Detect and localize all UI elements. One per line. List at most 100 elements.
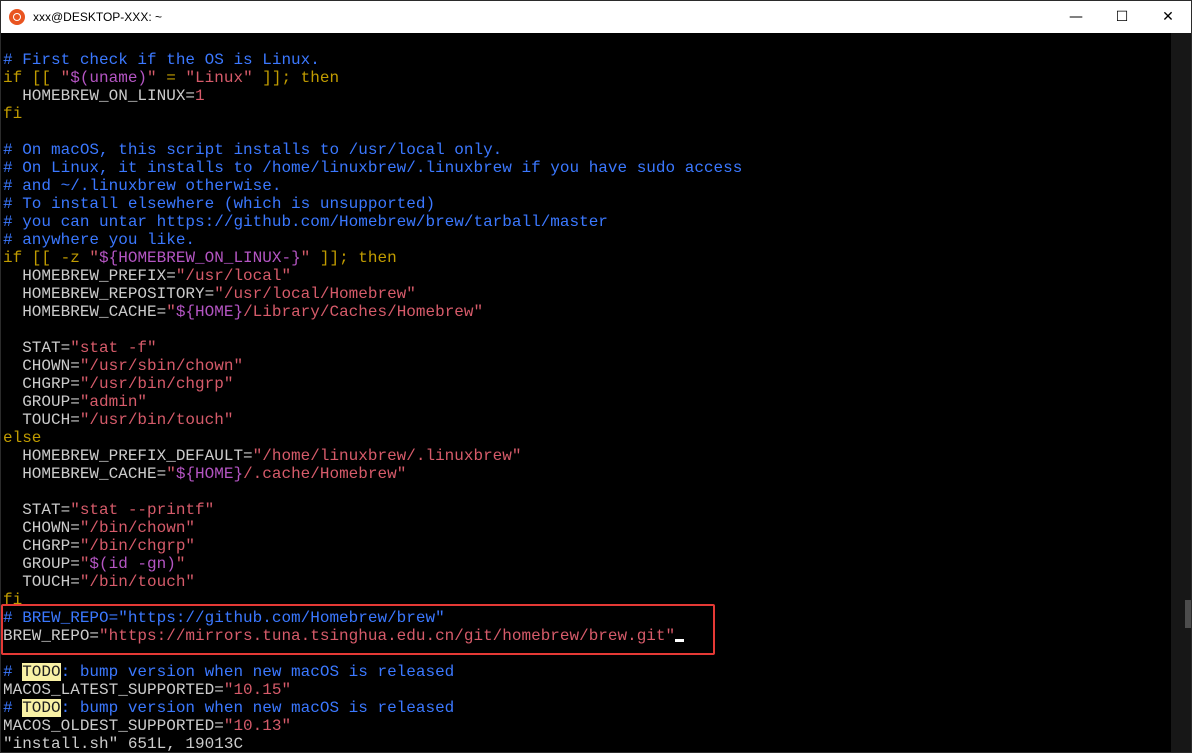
terminal-line: if [[ "$(uname)" = "Linux" ]]; then <box>3 69 1173 87</box>
code-token: ${HOMEBREW_ON_LINUX-} <box>99 249 301 267</box>
code-token: "10.15" <box>223 681 292 699</box>
code-token: "/usr/bin/touch" <box>79 411 234 429</box>
code-token: : bump version when new macOS is release… <box>60 663 455 681</box>
code-token: else <box>3 429 42 447</box>
code-token: "install.sh" 651L, 19013C <box>3 735 244 753</box>
code-token: ${HOME} <box>175 465 244 483</box>
code-token: MACOS_OLDEST_SUPPORTED= <box>3 717 224 735</box>
code-token: " <box>60 69 71 87</box>
minimize-button[interactable]: — <box>1053 1 1099 33</box>
todo-tag: TODO <box>22 663 61 681</box>
code-token: CHGRP= <box>3 375 80 393</box>
code-token: # On Linux, it installs to /home/linuxbr… <box>3 159 743 177</box>
code-token: " <box>175 555 186 573</box>
terminal-line: # TODO: bump version when new macOS is r… <box>3 663 1173 681</box>
code-token: : bump version when new macOS is release… <box>60 699 455 717</box>
code-token: "/usr/local/Homebrew" <box>214 285 416 303</box>
code-token: /Library/Caches/Homebrew" <box>243 303 484 321</box>
terminal-line: TOUCH="/bin/touch" <box>3 573 1173 591</box>
code-token: TOUCH= <box>3 573 80 591</box>
code-token: "/bin/chown" <box>79 519 196 537</box>
code-token: HOMEBREW_CACHE= <box>3 303 167 321</box>
code-token: "admin" <box>79 393 148 411</box>
terminal-line: HOMEBREW_PREFIX_DEFAULT="/home/linuxbrew… <box>3 447 1173 465</box>
code-token: fi <box>3 105 23 123</box>
code-token: = <box>156 69 186 87</box>
terminal-line: # TODO: bump version when new macOS is r… <box>3 699 1173 717</box>
terminal-line: "install.sh" 651L, 19013C <box>3 735 1173 753</box>
terminal-line: HOMEBREW_ON_LINUX=1 <box>3 87 1173 105</box>
code-token: HOMEBREW_CACHE= <box>3 465 167 483</box>
code-token: $(id -gn) <box>89 555 176 573</box>
terminal-line: else <box>3 429 1173 447</box>
window-controls: — ☐ ✕ <box>1053 1 1191 33</box>
code-token: 1 <box>195 87 205 105</box>
terminal-line: # On Linux, it installs to /home/linuxbr… <box>3 159 1173 177</box>
code-token: "/bin/touch" <box>79 573 196 591</box>
code-token: " <box>147 69 157 87</box>
terminal-line: HOMEBREW_PREFIX="/usr/local" <box>3 267 1173 285</box>
code-token: "Linux" <box>185 69 253 87</box>
code-token: MACOS_LATEST_SUPPORTED= <box>3 681 224 699</box>
terminal-line: # anywhere you like. <box>3 231 1173 249</box>
scrollbar-thumb[interactable] <box>1185 600 1191 628</box>
code-token: " <box>166 303 176 321</box>
code-token: HOMEBREW_PREFIX= <box>3 267 176 285</box>
code-token: # <box>3 699 23 717</box>
terminal-line: fi <box>3 105 1173 123</box>
code-token: ${HOME} <box>175 303 244 321</box>
terminal-line: STAT="stat --printf" <box>3 501 1173 519</box>
terminal-line: CHGRP="/bin/chgrp" <box>3 537 1173 555</box>
code-token: CHOWN= <box>3 357 80 375</box>
code-token: TOUCH= <box>3 411 80 429</box>
terminal-line: # First check if the OS is Linux. <box>3 51 1173 69</box>
code-token: "stat -f" <box>70 339 157 357</box>
code-token: "stat --printf" <box>70 501 215 519</box>
terminal-line: GROUP="$(id -gn)" <box>3 555 1173 573</box>
code-token: CHGRP= <box>3 537 80 555</box>
code-token: /.cache/Homebrew" <box>243 465 407 483</box>
terminal-line: CHOWN="/bin/chown" <box>3 519 1173 537</box>
terminal-line: # To install elsewhere (which is unsuppo… <box>3 195 1173 213</box>
code-token: "/bin/chgrp" <box>79 537 196 555</box>
terminal-line: # you can untar https://github.com/Homeb… <box>3 213 1173 231</box>
terminal-line: MACOS_LATEST_SUPPORTED="10.15" <box>3 681 1173 699</box>
code-token: # On macOS, this script installs to /usr… <box>3 141 503 159</box>
terminal-line: HOMEBREW_CACHE="${HOME}/.cache/Homebrew" <box>3 465 1173 483</box>
maximize-button[interactable]: ☐ <box>1099 1 1145 33</box>
code-token: "/usr/local" <box>175 267 292 285</box>
code-token: " <box>300 249 311 267</box>
title-bar[interactable]: xxx@DESKTOP-XXX: ~ — ☐ ✕ <box>1 1 1191 33</box>
vertical-scrollbar[interactable] <box>1171 33 1191 752</box>
code-token: # you can untar https://github.com/Homeb… <box>3 213 608 231</box>
close-button[interactable]: ✕ <box>1145 1 1191 33</box>
code-token: " <box>79 555 90 573</box>
terminal-line: CHGRP="/usr/bin/chgrp" <box>3 375 1173 393</box>
code-token: GROUP= <box>3 555 80 573</box>
code-token: "/usr/bin/chgrp" <box>79 375 234 393</box>
code-token: # and ~/.linuxbrew otherwise. <box>3 177 282 195</box>
terminal-window: xxx@DESKTOP-XXX: ~ — ☐ ✕ # First check i… <box>0 0 1192 753</box>
terminal-line: MACOS_OLDEST_SUPPORTED="10.13" <box>3 717 1173 735</box>
terminal-line: CHOWN="/usr/sbin/chown" <box>3 357 1173 375</box>
code-token: # anywhere you like. <box>3 231 196 249</box>
code-token: HOMEBREW_PREFIX_DEFAULT= <box>3 447 253 465</box>
terminal-line: # and ~/.linuxbrew otherwise. <box>3 177 1173 195</box>
ubuntu-icon <box>9 9 25 25</box>
code-token: # First check if the OS is Linux. <box>3 51 320 69</box>
code-token: "/home/linuxbrew/.linuxbrew" <box>252 447 522 465</box>
window-title: xxx@DESKTOP-XXX: ~ <box>33 10 162 24</box>
todo-tag: TODO <box>22 699 61 717</box>
code-token: # To install elsewhere (which is unsuppo… <box>3 195 436 213</box>
code-token: HOMEBREW_ON_LINUX= <box>3 87 196 105</box>
code-token: $(uname) <box>70 69 148 87</box>
code-token: # <box>3 663 23 681</box>
code-token: if [[ <box>3 69 61 87</box>
code-token: STAT= <box>3 339 71 357</box>
code-token: ]]; then <box>252 69 340 87</box>
terminal-line: STAT="stat -f" <box>3 339 1173 357</box>
highlight-annotation-box <box>1 604 715 655</box>
